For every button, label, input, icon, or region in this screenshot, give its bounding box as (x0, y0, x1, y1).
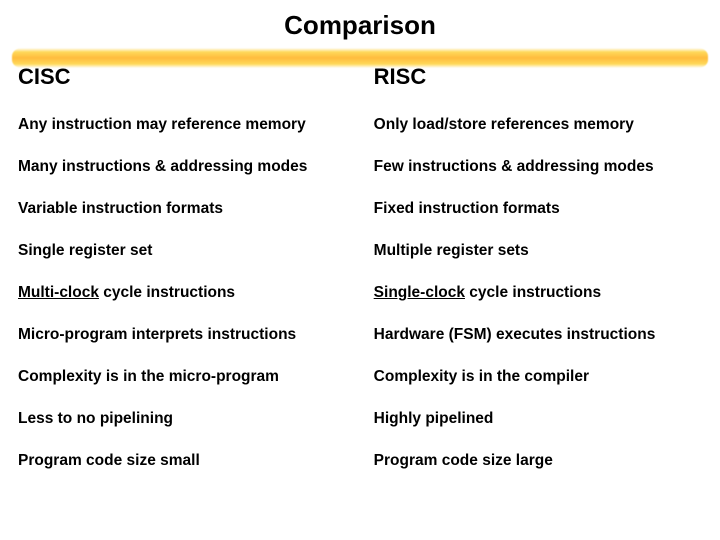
risc-cell: Hardware (FSM) executes instructions (374, 314, 702, 356)
comparison-content: CISC RISC Any instruction may reference … (18, 58, 702, 482)
underline-text: Single-clock (374, 284, 465, 301)
comparison-table: CISC RISC Any instruction may reference … (18, 58, 702, 482)
table-row: Any instruction may reference memory Onl… (18, 104, 702, 146)
slide-title: Comparison (0, 0, 720, 41)
cisc-cell: Multi-clock cycle instructions (18, 272, 374, 314)
table-row: Micro-program interprets instructions Ha… (18, 314, 702, 356)
header-cisc: CISC (18, 58, 374, 104)
underline-text: Multi-clock (18, 284, 99, 301)
table-row: Variable instruction formats Fixed instr… (18, 188, 702, 230)
cisc-cell: Single register set (18, 230, 374, 272)
risc-cell: Program code size large (374, 440, 702, 482)
table-row: Complexity is in the micro-program Compl… (18, 356, 702, 398)
table-row: Many instructions & addressing modes Few… (18, 146, 702, 188)
risc-cell: Multiple register sets (374, 230, 702, 272)
table-row: Multi-clock cycle instructions Single-cl… (18, 272, 702, 314)
cisc-cell: Variable instruction formats (18, 188, 374, 230)
risc-cell: Only load/store references memory (374, 104, 702, 146)
cisc-cell: Many instructions & addressing modes (18, 146, 374, 188)
rest-text: cycle instructions (465, 284, 601, 301)
risc-cell: Few instructions & addressing modes (374, 146, 702, 188)
risc-cell: Single-clock cycle instructions (374, 272, 702, 314)
risc-cell: Fixed instruction formats (374, 188, 702, 230)
cisc-cell: Program code size small (18, 440, 374, 482)
header-risc: RISC (374, 58, 702, 104)
slide: Comparison CISC RISC Any instruction may… (0, 0, 720, 540)
cisc-cell: Less to no pipelining (18, 398, 374, 440)
rest-text: cycle instructions (99, 284, 235, 301)
risc-cell: Highly pipelined (374, 398, 702, 440)
cisc-cell: Any instruction may reference memory (18, 104, 374, 146)
table-row: Program code size small Program code siz… (18, 440, 702, 482)
table-row: Single register set Multiple register se… (18, 230, 702, 272)
cisc-cell: Complexity is in the micro-program (18, 356, 374, 398)
table-row: Less to no pipelining Highly pipelined (18, 398, 702, 440)
risc-cell: Complexity is in the compiler (374, 356, 702, 398)
table-header-row: CISC RISC (18, 58, 702, 104)
cisc-cell: Micro-program interprets instructions (18, 314, 374, 356)
